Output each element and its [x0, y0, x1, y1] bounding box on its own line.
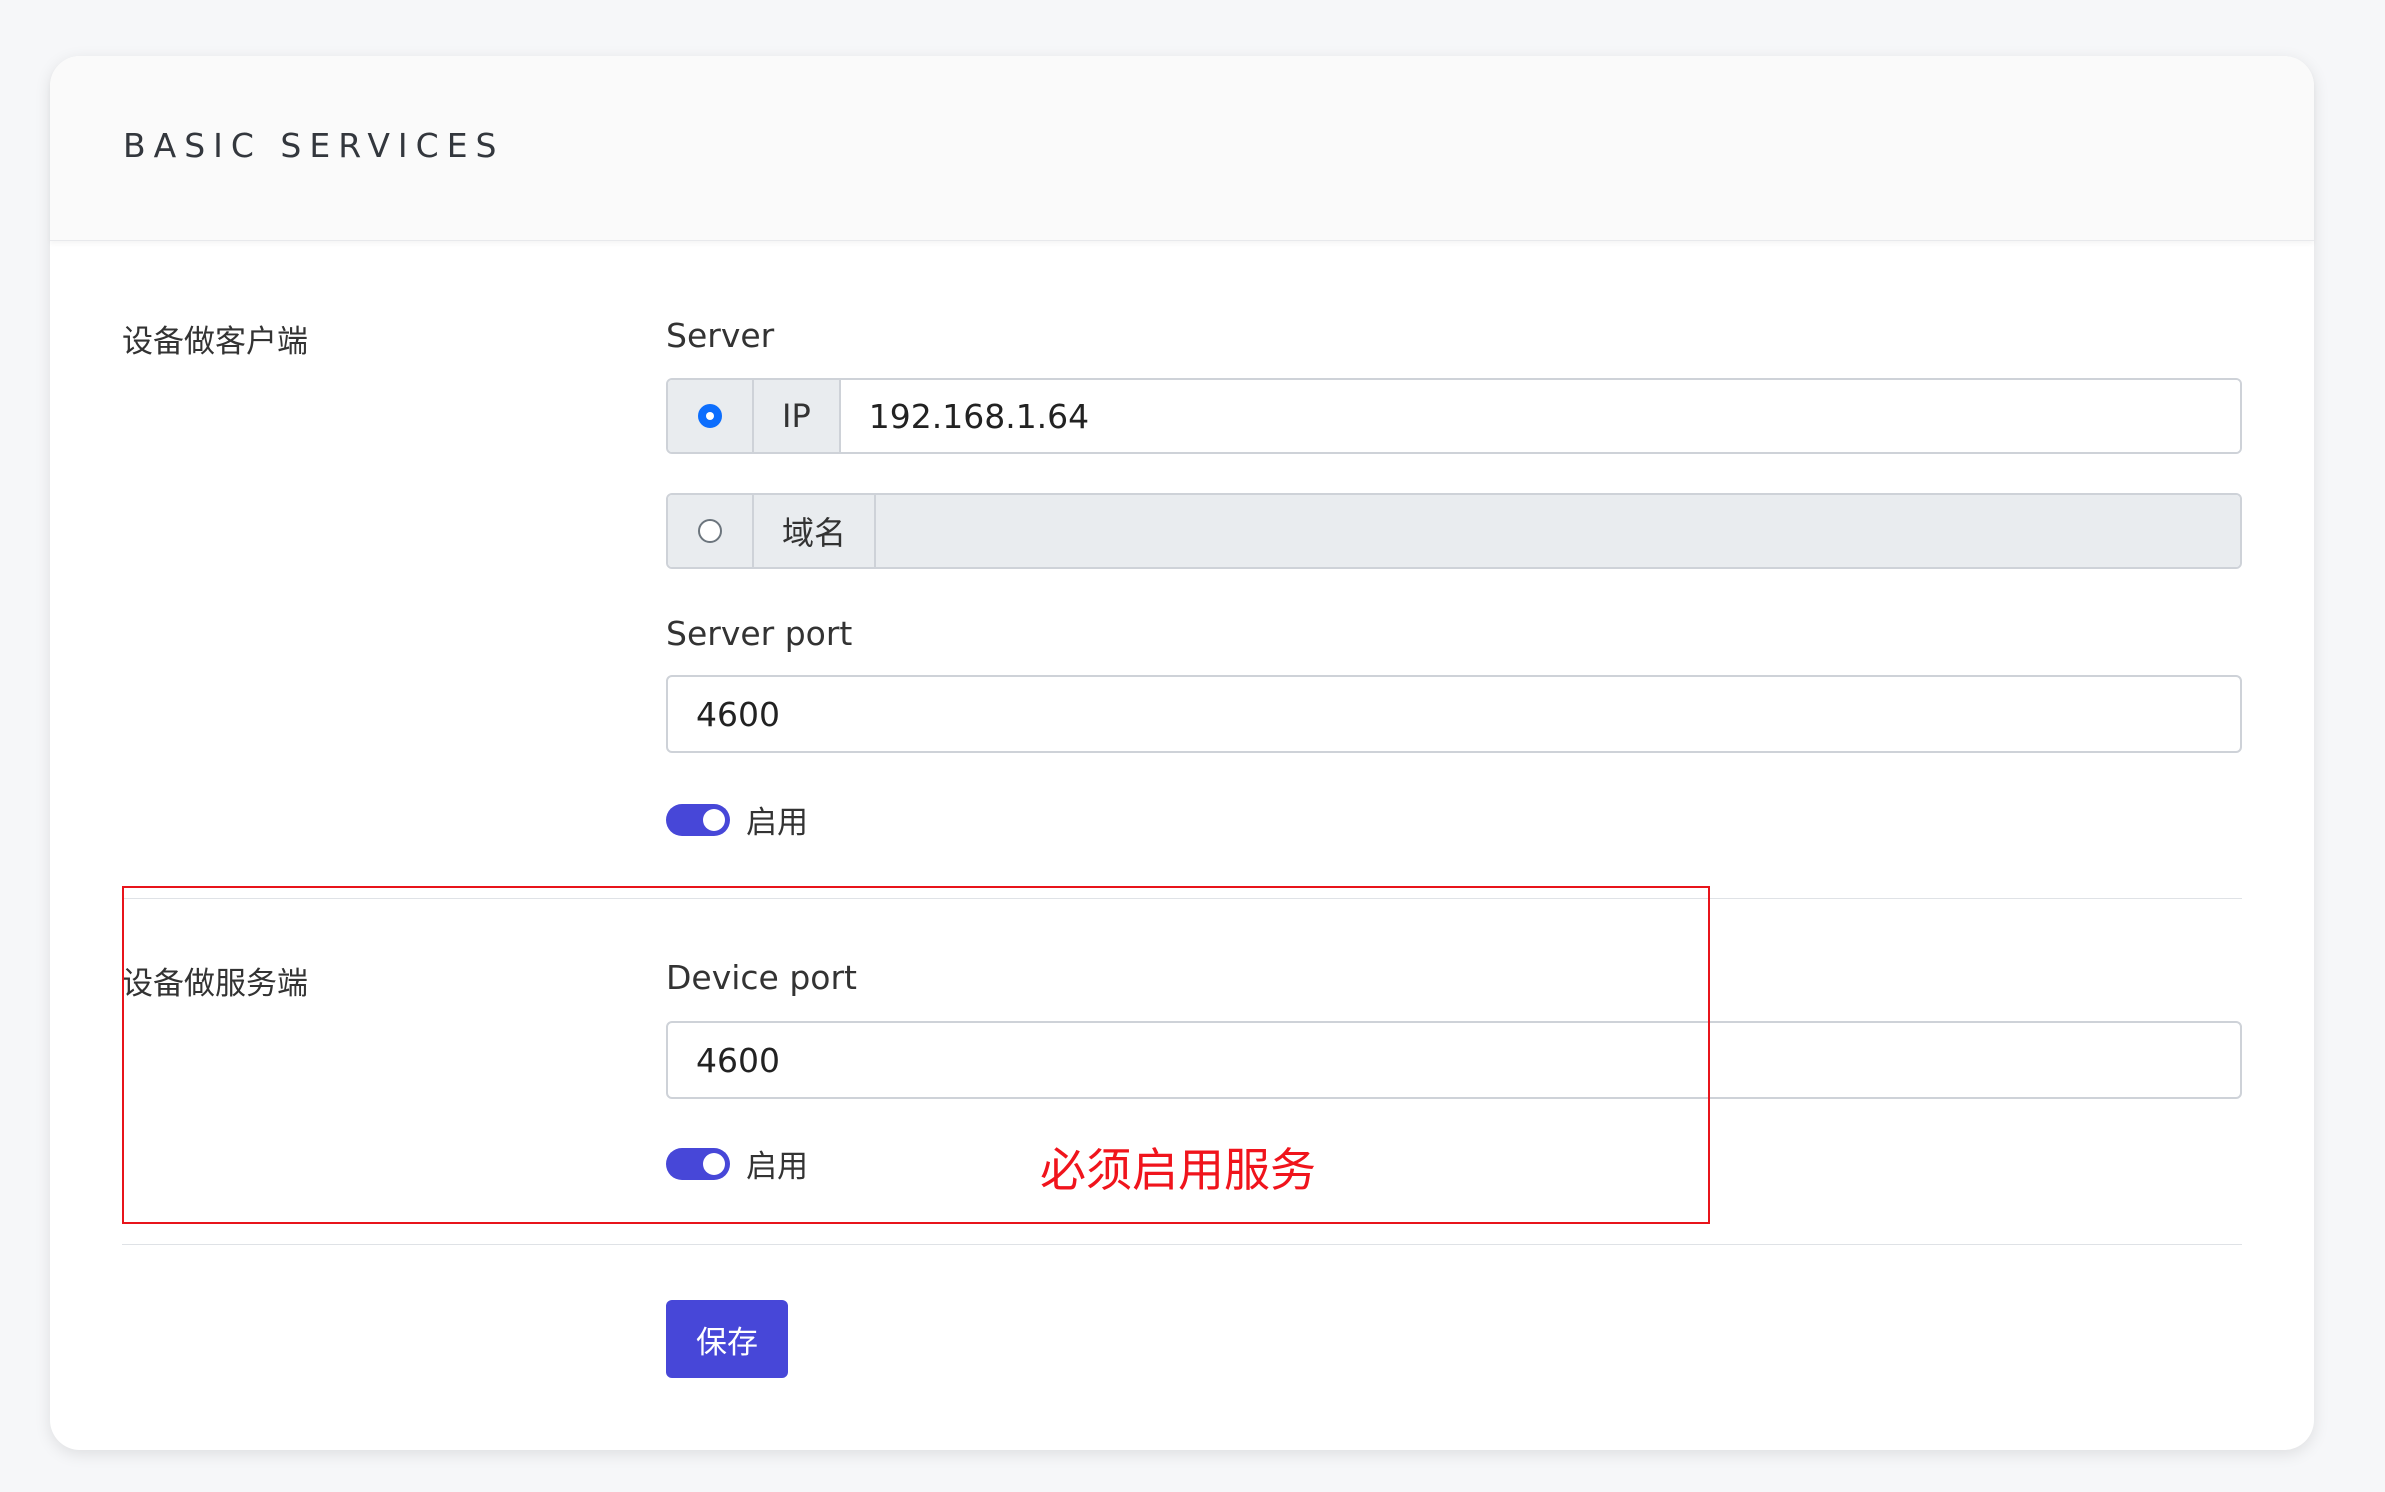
- card-header: BASIC SERVICES: [50, 56, 2314, 241]
- basic-services-card: BASIC SERVICES: [50, 56, 2314, 1450]
- annotation-box: [122, 886, 1710, 1224]
- radio-unchecked-icon[interactable]: [698, 519, 722, 543]
- client-section-label: 设备做客户端: [122, 324, 308, 360]
- client-enable-label: 启用: [746, 805, 808, 841]
- ip-address-input[interactable]: 192.168.1.64: [840, 380, 2240, 452]
- domain-input[interactable]: [876, 495, 2240, 567]
- page-title: BASIC SERVICES: [123, 126, 505, 165]
- save-button[interactable]: 保存: [666, 1300, 788, 1378]
- radio-checked-icon[interactable]: [698, 404, 722, 428]
- annotation-text: 必须启用服务: [1040, 1143, 1316, 1197]
- domain-option-label: 域名: [754, 495, 877, 567]
- client-enable-row: 启用: [666, 797, 808, 842]
- server-port-label: Server port: [666, 614, 853, 653]
- domain-input-group: 域名: [666, 493, 2242, 569]
- actions-divider: [122, 1244, 2242, 1245]
- toggle-knob-icon: [703, 808, 725, 831]
- ip-input-group: IP 192.168.1.64: [666, 378, 2242, 454]
- ip-radio-cell[interactable]: [668, 380, 754, 452]
- ip-option-label: IP: [754, 380, 841, 452]
- client-enable-toggle[interactable]: [666, 803, 730, 836]
- server-port-input[interactable]: 4600: [666, 675, 2242, 753]
- domain-radio-cell[interactable]: [668, 495, 754, 567]
- server-label: Server: [666, 316, 775, 355]
